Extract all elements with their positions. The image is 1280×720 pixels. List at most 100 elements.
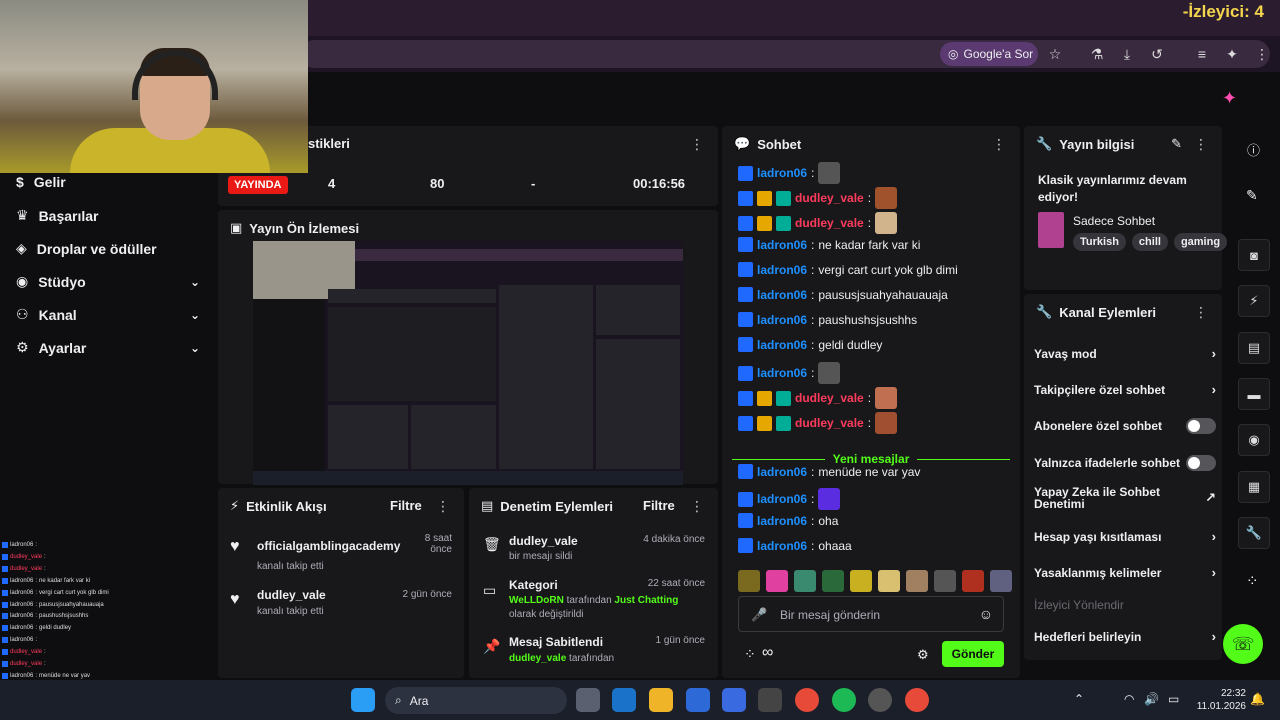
notification-icon[interactable]: 🔔 <box>1250 692 1265 706</box>
chat-username[interactable]: dudley_vale <box>795 391 864 405</box>
more-icon[interactable]: ⋮ <box>1194 304 1208 321</box>
microphone-icon[interactable]: 🎤 <box>751 607 767 623</box>
start-icon[interactable] <box>351 688 375 712</box>
chrome-icon[interactable] <box>795 688 819 712</box>
more-icon[interactable]: ⋮ <box>690 136 704 153</box>
history-icon[interactable]: ↺ <box>1147 44 1167 64</box>
edit-icon[interactable]: ✎ <box>1171 136 1182 152</box>
overlay-username: dudley_vale <box>10 553 43 560</box>
folder-icon[interactable] <box>649 688 673 712</box>
toggle-switch[interactable] <box>1186 455 1216 471</box>
user-avatar[interactable]: ✦ <box>1222 88 1244 110</box>
filter-button[interactable]: Filtre <box>390 498 422 513</box>
menu-icon[interactable]: ⋮ <box>1252 44 1272 64</box>
outlook-icon[interactable] <box>612 688 636 712</box>
more-icon[interactable]: ⋮ <box>992 136 1006 153</box>
event-username[interactable]: dudley_vale <box>257 588 326 602</box>
chat-username[interactable]: ladron06 <box>757 263 807 277</box>
chat-username[interactable]: ladron06 <box>757 338 807 352</box>
separator: : <box>35 625 38 632</box>
obs-icon[interactable] <box>868 688 892 712</box>
support-icon[interactable]: ☏ <box>1223 624 1263 664</box>
emote-bar[interactable] <box>738 570 1012 592</box>
sidebar-item-drops[interactable]: ◈ Droplar ve ödüller <box>16 240 200 257</box>
wrench-rail-icon[interactable]: 🔧 <box>1238 517 1270 549</box>
action-followers-only[interactable]: Takipçilere özel sohbet › <box>1034 382 1216 397</box>
clock[interactable]: 22:32 11.01.2026 <box>1190 687 1246 713</box>
notes-rail-icon[interactable]: ▤ <box>1238 332 1270 364</box>
sidebar-item-achievements[interactable]: ♛ Başarılar <box>16 207 200 224</box>
store-icon[interactable] <box>722 688 746 712</box>
chat-username[interactable]: ladron06 <box>757 492 807 506</box>
profile-icon[interactable]: ✦ <box>1222 44 1242 64</box>
chat-username[interactable]: ladron06 <box>757 313 807 327</box>
sidebar-item-studio[interactable]: ◉ Stüdyo ⌄ <box>16 273 200 290</box>
chat-username[interactable]: ladron06 <box>757 465 807 479</box>
chat-input[interactable]: 🎤 Bir mesaj gönderin ☺ <box>738 596 1004 632</box>
send-button[interactable]: Gönder <box>942 641 1004 667</box>
action-emote-only[interactable]: Yalnızca ifadelerle sohbet <box>1034 455 1216 471</box>
chat-username[interactable]: dudley_vale <box>795 191 864 205</box>
download-icon[interactable]: ⤓ <box>1117 44 1137 64</box>
layout-rail-icon[interactable]: ▦ <box>1238 471 1270 503</box>
tags: Turkish chill gaming <box>1073 233 1228 251</box>
chat-username[interactable]: ladron06 <box>757 238 807 252</box>
sidebar-item-revenue[interactable]: $ Gelir <box>16 174 200 190</box>
broadcast-rail-icon[interactable]: ◉ <box>1238 424 1270 456</box>
chat-username[interactable]: dudley_vale <box>795 216 864 230</box>
stream-preview-video[interactable] <box>253 241 683 485</box>
sidebar-item-settings[interactable]: ⚙ Ayarlar ⌄ <box>16 339 200 356</box>
wifi-icon[interactable]: ◠ <box>1124 692 1134 706</box>
chat-username[interactable]: ladron06 <box>757 366 807 380</box>
action-slow-mode[interactable]: Yavaş mod › <box>1034 346 1216 361</box>
tray-chevron-icon[interactable]: ⌃ <box>1074 692 1084 706</box>
battery-icon[interactable]: ▭ <box>1168 692 1179 706</box>
editor-icon[interactable] <box>686 688 710 712</box>
more-icon[interactable]: ⋮ <box>690 498 704 515</box>
chat-username[interactable]: ladron06 <box>757 514 807 528</box>
points-icon[interactable]: ⁘ <box>744 646 756 663</box>
category-thumbnail[interactable] <box>1038 212 1064 248</box>
chat-username[interactable]: ladron06 <box>757 288 807 302</box>
more-icon[interactable]: ⋮ <box>1194 136 1208 153</box>
sidebar-item-channel[interactable]: ⚇ Kanal ⌄ <box>16 306 200 323</box>
spotify-icon[interactable] <box>832 688 856 712</box>
chat-message: ladron06: <box>738 488 841 510</box>
chat-settings-icon[interactable]: ⚙ <box>917 647 929 663</box>
action-account-age[interactable]: Hesap yaşı kısıtlaması › <box>1034 529 1216 544</box>
more-icon[interactable]: ⋮ <box>436 498 450 515</box>
prime-badge-icon <box>738 237 753 252</box>
info-icon[interactable]: ⓘ <box>1247 140 1260 159</box>
chat-username[interactable]: ladron06 <box>757 166 807 180</box>
extension-icon[interactable]: ⚗ <box>1087 44 1107 64</box>
chrome-profile-icon[interactable] <box>905 688 929 712</box>
camera-rail-icon[interactable]: ◙ <box>1238 239 1270 271</box>
stream-title: Klasik yayınlarımız devam ediyor! <box>1038 173 1187 204</box>
emoji-icon[interactable]: ☺ <box>979 606 993 622</box>
app-icon[interactable] <box>758 688 782 712</box>
playlist-icon[interactable]: ≡ <box>1192 44 1212 64</box>
infinity-icon[interactable]: ∞ <box>762 644 773 662</box>
action-banned-words[interactable]: Yasaklanmış kelimeler › <box>1034 565 1216 580</box>
dots-rail-icon[interactable]: ⁘ <box>1246 572 1259 590</box>
taskbar-search[interactable]: ⌕ Ara <box>385 687 567 714</box>
lightning-rail-icon[interactable]: ⚡ <box>1238 285 1270 317</box>
chevron-right-icon: › <box>1211 382 1216 397</box>
category-name[interactable]: Sadece Sohbet <box>1073 214 1155 228</box>
star-icon[interactable]: ☆ <box>1045 44 1065 64</box>
filter-button[interactable]: Filtre <box>643 498 675 513</box>
volume-icon[interactable]: 🔊 <box>1144 692 1159 706</box>
action-subs-only[interactable]: Abonelere özel sohbet <box>1034 418 1216 434</box>
emote-image <box>818 488 841 510</box>
chat-username[interactable]: dudley_vale <box>795 416 864 430</box>
pencil-icon[interactable]: ✎ <box>1246 187 1258 204</box>
action-ai-moderation[interactable]: Yapay Zeka ile Sohbet Denetimi ↗ <box>1034 486 1216 510</box>
task-view-icon[interactable] <box>576 688 600 712</box>
event-username[interactable]: officialgamblingacademy <box>257 539 400 553</box>
action-set-goals[interactable]: Hedefleri belirleyin › <box>1034 629 1216 644</box>
separator: : <box>44 649 46 656</box>
toggle-switch[interactable] <box>1186 418 1216 434</box>
chat-username[interactable]: ladron06 <box>757 539 807 553</box>
chat-rail-icon[interactable]: ▬ <box>1238 378 1270 410</box>
ask-google-button[interactable]: ◎ Google'a Sor <box>940 42 1038 66</box>
